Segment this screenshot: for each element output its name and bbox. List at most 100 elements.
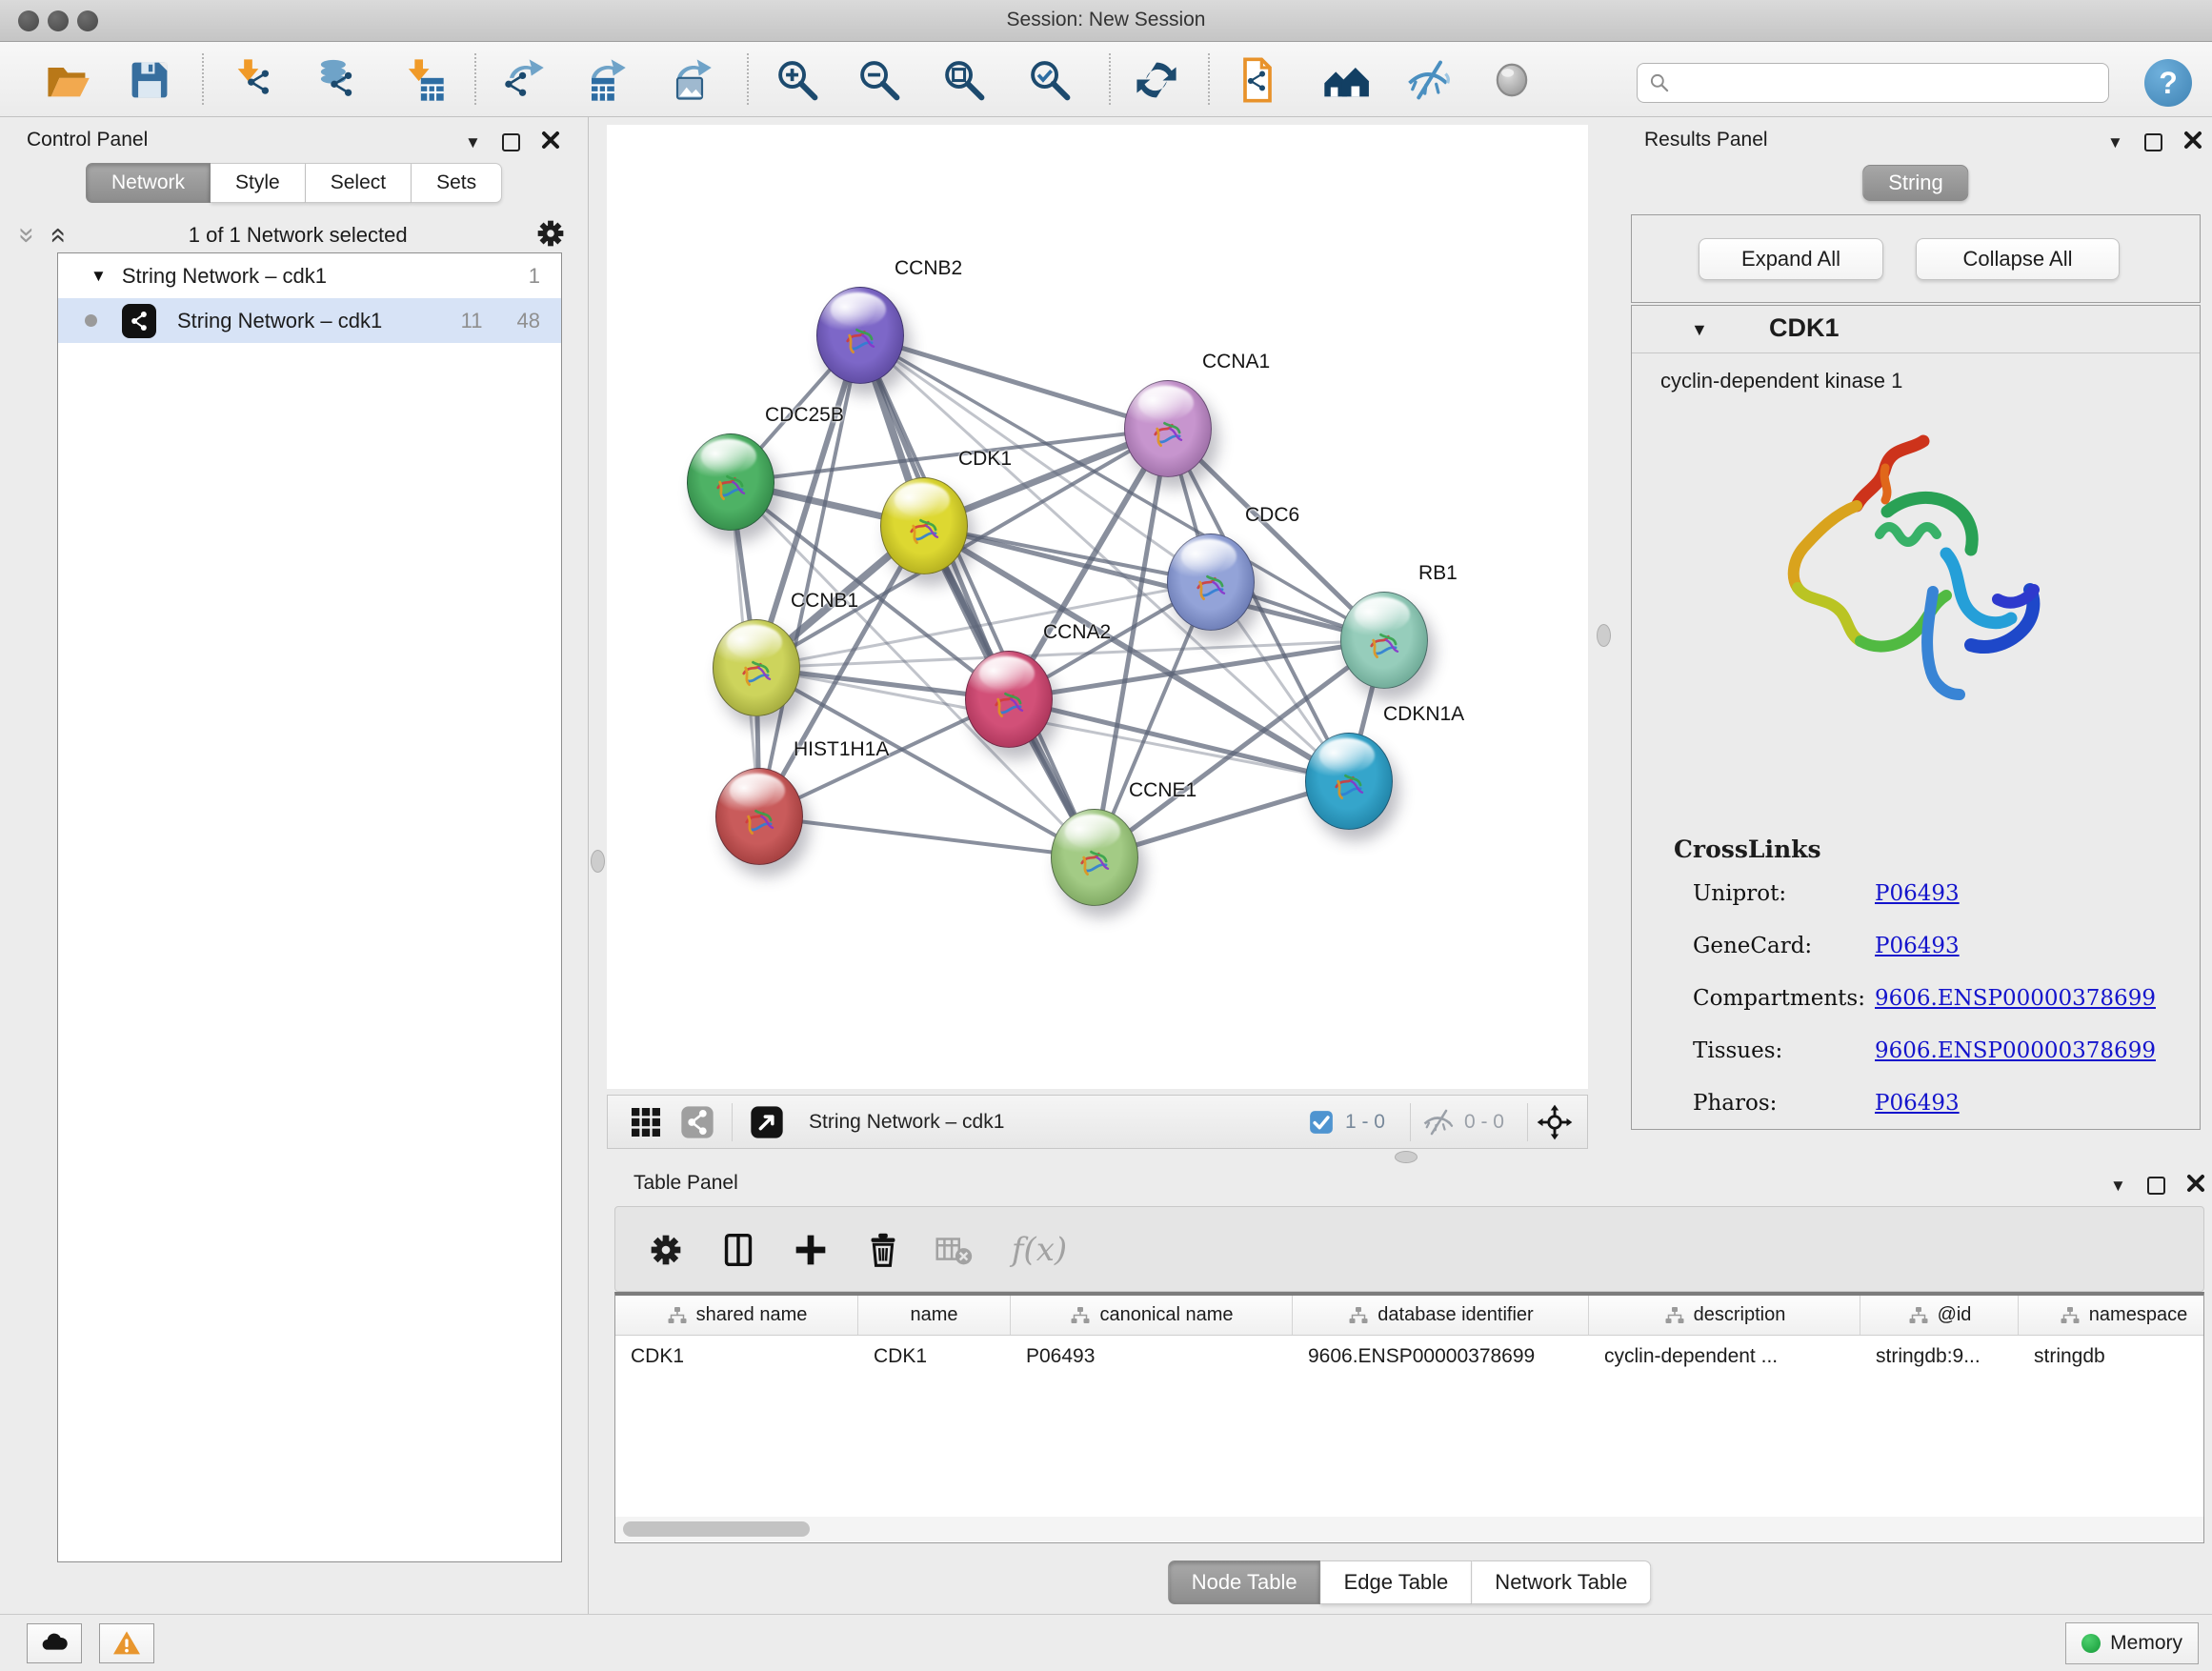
main-toolbar: ? bbox=[0, 42, 2212, 117]
birdseye-view-icon[interactable] bbox=[748, 1103, 786, 1141]
open-file-button[interactable] bbox=[41, 53, 94, 107]
search-box[interactable] bbox=[1637, 63, 2109, 103]
tab-string[interactable]: String bbox=[1862, 165, 1968, 201]
float-panel-icon[interactable] bbox=[502, 133, 520, 151]
add-column-icon[interactable] bbox=[787, 1226, 835, 1274]
panel-menu-icon[interactable]: ▼ bbox=[2110, 1177, 2126, 1196]
table-options-gear-icon[interactable] bbox=[642, 1226, 690, 1274]
selected-checkbox-icon[interactable] bbox=[1307, 1108, 1336, 1137]
crosslink-link[interactable]: P06493 bbox=[1875, 934, 1960, 958]
import-network-file-button[interactable] bbox=[228, 53, 281, 107]
cloud-button[interactable] bbox=[27, 1623, 82, 1663]
network-row-selected[interactable]: String Network – cdk1 11 48 bbox=[58, 298, 561, 343]
network-node-CDC6[interactable] bbox=[1167, 534, 1255, 631]
network-node-CCNB1[interactable] bbox=[713, 619, 800, 716]
tab-network[interactable]: Network bbox=[86, 163, 211, 203]
crosslink-link[interactable]: P06493 bbox=[1875, 881, 1960, 906]
memory-button[interactable]: Memory bbox=[2065, 1622, 2199, 1664]
column-header-shared-name[interactable]: shared name bbox=[615, 1296, 858, 1335]
search-input[interactable] bbox=[1672, 66, 2108, 100]
help-button[interactable]: ? bbox=[2144, 59, 2192, 107]
network-list-subheader: » » 1 of 1 Network selected bbox=[19, 216, 570, 254]
save-session-button[interactable] bbox=[123, 53, 176, 107]
tab-edge-table[interactable]: Edge Table bbox=[1321, 1560, 1473, 1604]
float-panel-icon[interactable] bbox=[2147, 1177, 2165, 1195]
network-node-CCNA1[interactable] bbox=[1124, 380, 1212, 477]
network-node-RB1[interactable] bbox=[1340, 592, 1428, 689]
zoom-selected-button[interactable] bbox=[1023, 53, 1076, 107]
column-header-canonical-name[interactable]: canonical name bbox=[1011, 1296, 1293, 1335]
close-panel-icon[interactable] bbox=[2186, 1174, 2205, 1198]
panel-menu-icon[interactable]: ▼ bbox=[2107, 133, 2123, 152]
crosslink-link[interactable]: 9606.ENSP00000378699 bbox=[1875, 1038, 2156, 1063]
network-node-CDC25B[interactable] bbox=[687, 433, 774, 531]
import-network-database-button[interactable] bbox=[309, 53, 362, 107]
horizontal-scrollbar[interactable] bbox=[615, 1517, 2203, 1541]
crosslink-link[interactable]: 9606.ENSP00000378699 bbox=[1875, 986, 2156, 1011]
function-builder-icon: f(x) bbox=[998, 1226, 1080, 1274]
column-header-name[interactable]: name bbox=[858, 1296, 1011, 1335]
network-canvas[interactable]: CCNB2CCNA1CDC25BCDK1CDC6RB1CCNB1CCNA2CDK… bbox=[607, 125, 1588, 1089]
right-splitter-handle[interactable] bbox=[1597, 624, 1611, 647]
toolbar-separator bbox=[1109, 53, 1111, 105]
edge-CCNB2-CCNE1[interactable] bbox=[860, 335, 1095, 857]
collapse-all-icon[interactable]: » bbox=[12, 228, 41, 244]
column-header-@id[interactable]: @id bbox=[1860, 1296, 2019, 1335]
first-neighbors-button[interactable] bbox=[1231, 53, 1284, 107]
home-pages-button[interactable] bbox=[1318, 53, 1372, 107]
network-collection-row[interactable]: ▼ String Network – cdk1 1 bbox=[58, 253, 561, 298]
edge-CCNA2-CDKN1A[interactable] bbox=[1009, 699, 1349, 781]
tab-select[interactable]: Select bbox=[306, 163, 412, 203]
scrollbar-thumb[interactable] bbox=[623, 1521, 810, 1537]
warnings-button[interactable] bbox=[99, 1623, 154, 1663]
zoom-out-button[interactable] bbox=[853, 53, 906, 107]
table-header-row[interactable]: shared namenamecanonical namedatabase id… bbox=[615, 1296, 2203, 1336]
panel-menu-icon[interactable]: ▼ bbox=[465, 133, 481, 152]
expand-all-icon[interactable]: » bbox=[42, 228, 70, 244]
export-network-button[interactable] bbox=[495, 53, 549, 107]
tab-network-table[interactable]: Network Table bbox=[1472, 1560, 1651, 1604]
fit-content-crosshair-icon[interactable] bbox=[1536, 1103, 1574, 1141]
close-panel-icon[interactable] bbox=[541, 131, 560, 154]
tab-node-table[interactable]: Node Table bbox=[1168, 1560, 1321, 1604]
footer-separator bbox=[732, 1103, 733, 1141]
expand-all-button[interactable]: Expand All bbox=[1699, 238, 1883, 280]
close-panel-icon[interactable] bbox=[2183, 131, 2202, 154]
network-options-gear-icon[interactable] bbox=[532, 214, 570, 257]
tab-style[interactable]: Style bbox=[211, 163, 306, 203]
string-view-icon[interactable] bbox=[678, 1103, 716, 1141]
edge-HIST1H1A-CCNE1[interactable] bbox=[759, 816, 1095, 857]
network-node-CCNB2[interactable] bbox=[816, 287, 904, 384]
collapse-all-button[interactable]: Collapse All bbox=[1916, 238, 2120, 280]
network-node-CCNE1[interactable] bbox=[1051, 809, 1138, 906]
import-table-button[interactable] bbox=[396, 53, 450, 107]
memory-label: Memory bbox=[2110, 1632, 2182, 1655]
section-expander-icon[interactable]: ▼ bbox=[1691, 320, 1708, 340]
network-node-HIST1H1A[interactable] bbox=[715, 768, 803, 865]
network-node-CCNA2[interactable] bbox=[965, 651, 1053, 748]
export-table-button[interactable] bbox=[577, 53, 631, 107]
column-header-description[interactable]: description bbox=[1589, 1296, 1860, 1335]
delete-column-trash-icon[interactable] bbox=[859, 1226, 907, 1274]
left-splitter-handle[interactable] bbox=[591, 850, 605, 873]
table-row[interactable]: CDK1CDK1P064939606.ENSP00000378699cyclin… bbox=[615, 1336, 2203, 1378]
hide-panel-button[interactable] bbox=[1401, 53, 1455, 107]
show-columns-icon[interactable] bbox=[714, 1226, 762, 1274]
zoom-in-button[interactable] bbox=[771, 53, 824, 107]
network-node-CDKN1A[interactable] bbox=[1305, 733, 1393, 830]
export-image-button[interactable] bbox=[663, 53, 716, 107]
tab-sets[interactable]: Sets bbox=[412, 163, 502, 203]
refresh-layout-button[interactable] bbox=[1130, 53, 1183, 107]
column-header-namespace[interactable]: namespace bbox=[2019, 1296, 2204, 1335]
crosslink-link[interactable]: P06493 bbox=[1875, 1091, 1960, 1116]
network-node-CDK1[interactable] bbox=[880, 477, 968, 574]
float-panel-icon[interactable] bbox=[2144, 133, 2162, 151]
zoom-fit-button[interactable] bbox=[937, 53, 991, 107]
grid-view-icon[interactable] bbox=[627, 1103, 665, 1141]
crosslink-label: Pharos: bbox=[1693, 1091, 1777, 1116]
eye-button[interactable] bbox=[1485, 53, 1538, 107]
column-header-database-identifier[interactable]: database identifier bbox=[1293, 1296, 1589, 1335]
result-section-header[interactable]: ▼ CDK1 bbox=[1632, 306, 2200, 353]
edge-CCNB2-CCNA1[interactable] bbox=[860, 335, 1168, 429]
tree-expander-icon[interactable]: ▼ bbox=[90, 267, 107, 286]
